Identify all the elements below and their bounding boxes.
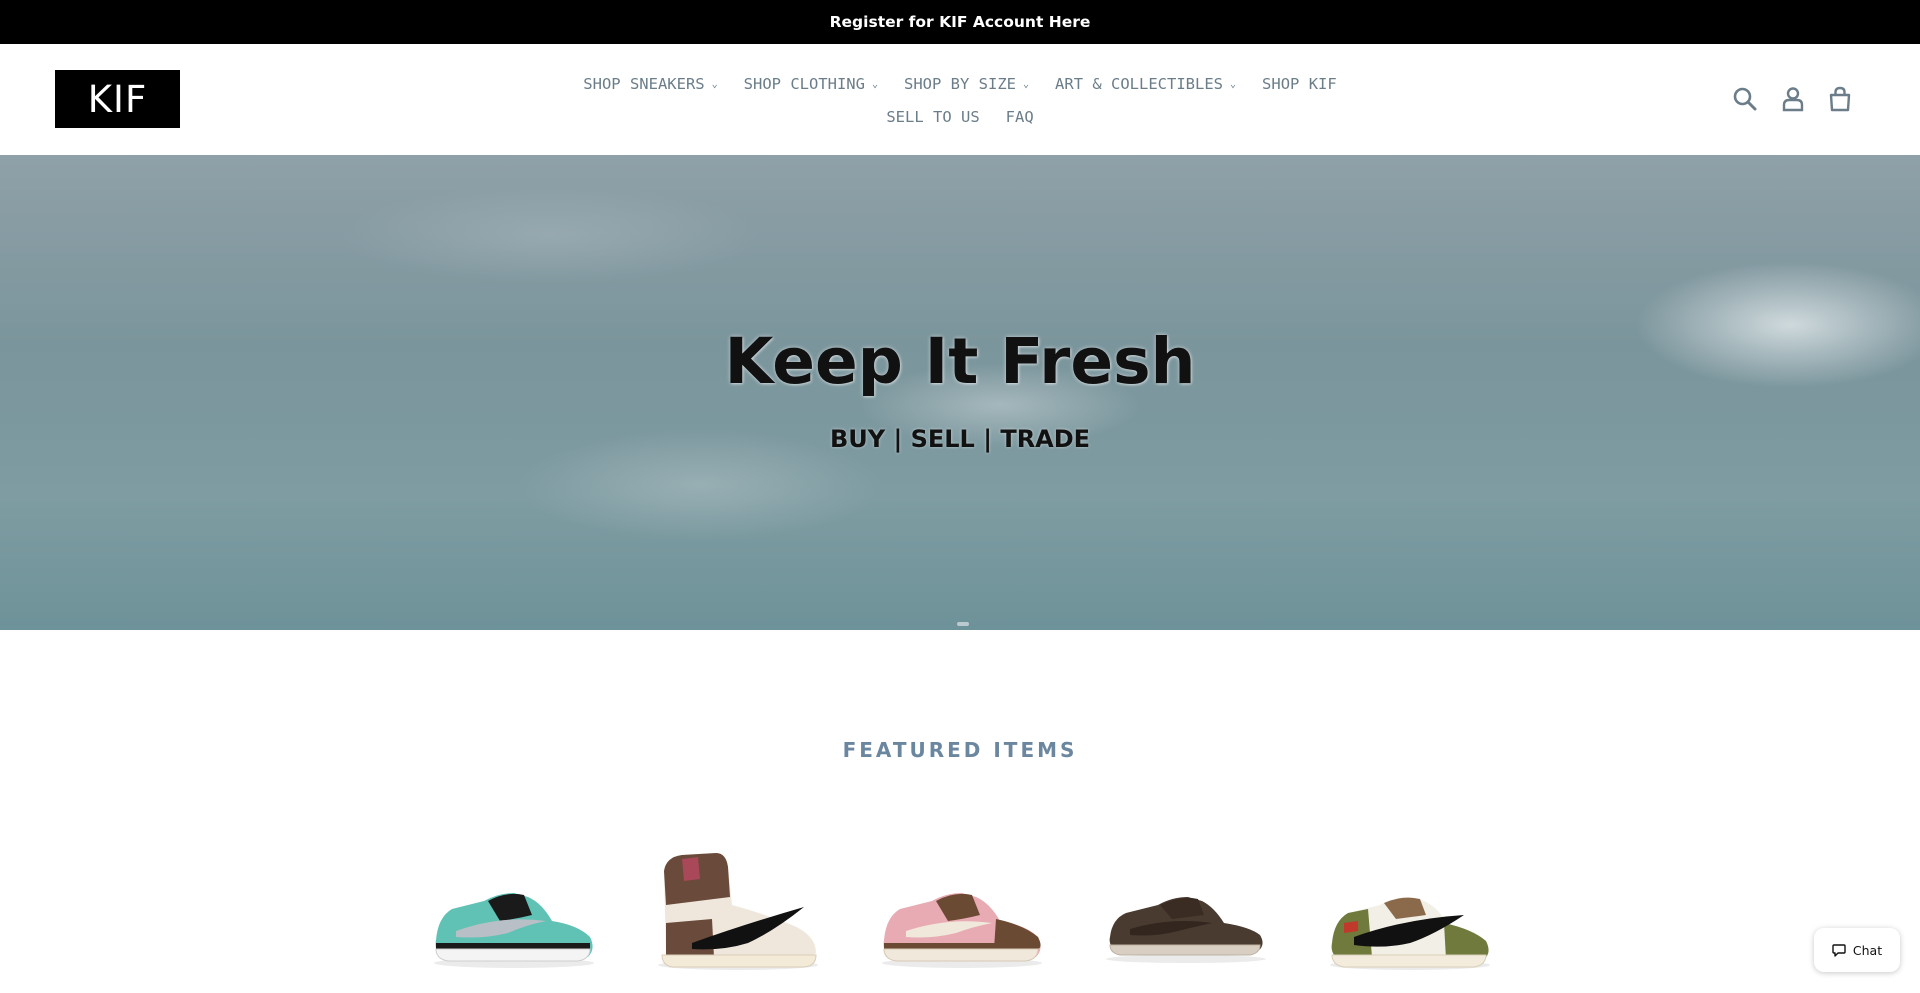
nav-row-2: SELL TO US FAQ <box>520 102 1400 132</box>
nav-item-shop-by-size[interactable]: SHOP BY SIZE ⌄ <box>904 69 1029 102</box>
announcement-bar[interactable]: Register for KIF Account Here <box>0 0 1920 44</box>
nav-item-label: SELL TO US <box>886 108 980 126</box>
site-header: KIF SHOP SNEAKERS ⌄ SHOP CLOTHING ⌄ SHOP B… <box>0 44 1920 155</box>
account-icon[interactable] <box>1779 85 1807 113</box>
main-nav: SHOP SNEAKERS ⌄ SHOP CLOTHING ⌄ SHOP BY SI… <box>520 69 1400 132</box>
nav-item-label: SHOP SNEAKERS <box>583 75 705 93</box>
hero-subtitle: BUY | SELL | TRADE <box>829 425 1091 453</box>
product-image-mocha-high[interactable] <box>652 845 824 975</box>
chat-label: Chat <box>1852 942 1883 958</box>
chat-button[interactable]: Chat <box>1814 928 1900 972</box>
product-image-olive-low[interactable] <box>1324 845 1496 975</box>
chevron-down-icon: ⌄ <box>711 79 718 90</box>
logo-text: KIF <box>87 77 148 121</box>
featured-title: FEATURED ITEMS <box>842 738 1078 762</box>
nav-item-shop-sneakers[interactable]: SHOP SNEAKERS ⌄ <box>583 69 717 102</box>
nav-item-label: FAQ <box>1005 108 1034 126</box>
hero-title: Keep It Fresh <box>724 325 1196 398</box>
nav-item-shop-kif[interactable]: SHOP KIF <box>1262 69 1337 102</box>
chevron-down-icon: ⌄ <box>1230 79 1237 90</box>
nav-item-label: ART & COLLECTIBLES <box>1055 75 1224 93</box>
nav-item-faq[interactable]: FAQ <box>1006 102 1034 132</box>
nav-item-art-collectibles[interactable]: ART & COLLECTIBLES ⌄ <box>1055 69 1236 102</box>
chevron-down-icon: ⌄ <box>871 79 879 90</box>
announcement-text[interactable]: Register for KIF Account Here <box>830 13 1091 31</box>
nav-item-shop-clothing[interactable]: SHOP CLOTHING ⌄ <box>744 69 878 102</box>
chat-icon <box>1832 944 1846 957</box>
nav-item-label: SHOP KIF <box>1262 75 1337 93</box>
search-icon[interactable] <box>1731 85 1759 113</box>
slide-indicator[interactable] <box>957 622 969 626</box>
nav-row-1: SHOP SNEAKERS ⌄ SHOP CLOTHING ⌄ SHOP BY SI… <box>520 69 1400 102</box>
product-image-pink-brown-dunk-low[interactable] <box>876 845 1048 975</box>
nav-item-sell-to-us[interactable]: SELL TO US <box>886 102 979 132</box>
cart-icon[interactable] <box>1826 85 1854 113</box>
product-image-tiffany-dunk-low[interactable] <box>428 845 600 975</box>
hero-banner: Keep It Fresh BUY | SELL | TRADE <box>0 155 1920 630</box>
logo[interactable]: KIF <box>55 70 180 128</box>
nav-item-label: SHOP BY SIZE <box>904 75 1016 93</box>
nav-item-label: SHOP CLOTHING <box>743 75 865 93</box>
product-image-dark-brown-low[interactable] <box>1100 845 1272 975</box>
chevron-down-icon: ⌄ <box>1023 79 1030 90</box>
